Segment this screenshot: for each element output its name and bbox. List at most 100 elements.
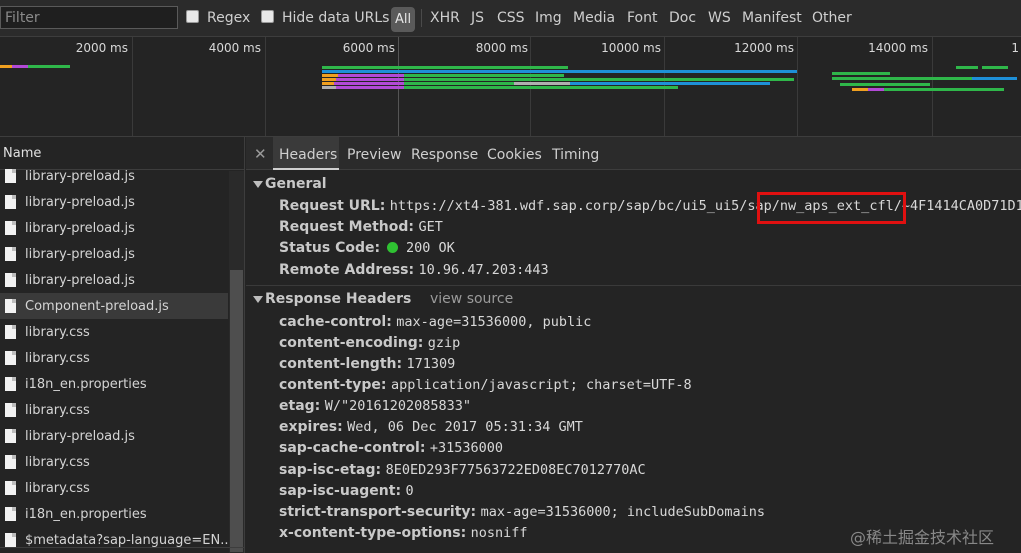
request-row[interactable]: library.css [0, 449, 228, 475]
watermark: @稀土掘金技术社区 [850, 528, 995, 547]
request-row[interactable]: $metadata?sap-language=EN... [0, 527, 228, 553]
request-row[interactable]: i18n_en.properties [0, 371, 228, 397]
header-key: content-length: [279, 356, 403, 372]
request-row[interactable]: i18n_en.properties [0, 501, 228, 527]
status-ok-icon [386, 242, 398, 253]
request-row[interactable]: library-preload.js [0, 241, 228, 267]
collapse-triangle-icon[interactable] [253, 296, 263, 303]
header-value: nosniff [470, 525, 528, 541]
request-row[interactable]: library-preload.js [0, 215, 228, 241]
header-key: Request URL: [279, 198, 386, 214]
response-headers-section-title[interactable]: Response Headers [265, 291, 411, 307]
request-name: library.css [25, 402, 90, 418]
file-icon [5, 169, 16, 183]
waterfall-bar [972, 77, 1017, 80]
header-value: max-age=31536000; includeSubDomains [480, 504, 766, 520]
header-key: cache-control: [279, 314, 392, 330]
remote-address-row: Remote Address: 10.96.47.203:443 [279, 262, 549, 278]
header-key: Request Method: [279, 219, 414, 235]
waterfall-bar [338, 74, 404, 77]
file-icon [5, 455, 16, 469]
header-value: 0 [405, 483, 414, 499]
type-filter-manifest[interactable]: Manifest [742, 10, 802, 26]
type-filter-all[interactable]: All [391, 7, 415, 32]
tab-preview[interactable]: Preview [347, 147, 402, 163]
waterfall-bar [322, 74, 338, 77]
status-code-row: Status Code: 200 OK [279, 240, 455, 256]
waterfall-bar [322, 82, 334, 85]
waterfall-bar [956, 66, 978, 69]
request-row[interactable]: library.css [0, 475, 228, 501]
waterfall-bar [0, 65, 12, 68]
request-name: Component-preload.js [25, 298, 169, 314]
view-source-link[interactable]: view source [430, 291, 513, 307]
request-row[interactable]: library-preload.js [0, 267, 228, 293]
request-row[interactable]: library-preload.js [0, 163, 228, 189]
hide-data-urls-checkbox[interactable] [261, 10, 274, 23]
collapse-triangle-icon[interactable] [253, 181, 263, 188]
request-row[interactable]: library.css [0, 345, 228, 371]
waterfall-bar [884, 88, 1004, 91]
request-name: library-preload.js [25, 272, 135, 288]
type-filter-other[interactable]: Other [812, 10, 852, 26]
file-icon [5, 481, 16, 495]
type-filter-media[interactable]: Media [573, 10, 615, 26]
type-filter-doc[interactable]: Doc [669, 10, 696, 26]
file-icon [5, 403, 16, 417]
request-name: library-preload.js [25, 168, 135, 184]
response-header-row: sap-cache-control: +31536000 [279, 440, 503, 456]
type-filter-js[interactable]: JS [471, 10, 484, 26]
type-filter-font[interactable]: Font [627, 10, 657, 26]
tab-headers[interactable]: Headers [279, 147, 337, 163]
response-header-row: sap-isc-uagent: 0 [279, 483, 414, 499]
file-icon [5, 195, 16, 209]
network-overview[interactable]: 2000 ms 4000 ms 6000 ms 8000 ms 10000 ms… [0, 37, 1021, 137]
request-list-scroll-thumb[interactable] [230, 270, 243, 552]
tab-cookies[interactable]: Cookies [487, 147, 542, 163]
tab-timing[interactable]: Timing [552, 147, 599, 163]
section-divider [246, 285, 1021, 286]
waterfall-bar [832, 72, 890, 75]
filter-input[interactable] [0, 6, 178, 29]
request-name: library.css [25, 454, 90, 470]
file-icon [5, 351, 16, 365]
request-name: $metadata?sap-language=EN... [25, 532, 228, 548]
request-method-row: Request Method: GET [279, 219, 443, 235]
response-header-row: content-length: 171309 [279, 356, 455, 372]
request-name: library-preload.js [25, 428, 135, 444]
request-row[interactable]: library.css [0, 397, 228, 423]
request-name: library-preload.js [25, 246, 135, 262]
request-row[interactable]: library.css [0, 319, 228, 345]
type-filter-ws[interactable]: WS [708, 10, 731, 26]
header-key: expires: [279, 419, 343, 435]
file-icon [5, 377, 16, 391]
file-icon [5, 429, 16, 443]
waterfall-bar [336, 86, 404, 89]
toolbar-divider [421, 9, 422, 27]
header-value: GET [418, 219, 443, 235]
request-name: i18n_en.properties [25, 506, 147, 522]
file-icon [5, 273, 16, 287]
type-filter-img[interactable]: Img [535, 10, 562, 26]
file-icon [5, 247, 16, 261]
waterfall-bars [0, 65, 1017, 91]
general-section-title[interactable]: General [265, 176, 327, 192]
waterfall-bar [404, 82, 514, 85]
waterfall-bar [334, 82, 404, 85]
request-list: library-preload.js library-preload.js li… [0, 163, 228, 553]
regex-checkbox[interactable] [186, 10, 199, 23]
request-row[interactable]: library-preload.js [0, 423, 228, 449]
header-value: max-age=31536000, public [396, 314, 592, 330]
tab-response[interactable]: Response [411, 147, 478, 163]
close-icon[interactable]: ✕ [254, 145, 267, 163]
response-header-row: sap-isc-etag: 8E0ED293F77563722ED08EC701… [279, 462, 646, 478]
file-icon [5, 221, 16, 235]
type-filter-css[interactable]: CSS [497, 10, 525, 26]
request-details-panel: ✕ Headers Preview Response Cookies Timin… [246, 137, 1021, 553]
request-row-selected[interactable]: Component-preload.js [0, 293, 228, 319]
request-url-value[interactable]: https://xt4-381.wdf.sap.corp/sap/bc/ui5_… [390, 198, 1021, 214]
response-header-row: content-encoding: gzip [279, 335, 460, 351]
type-filter-xhr[interactable]: XHR [430, 10, 460, 26]
waterfall-bar [404, 78, 794, 81]
request-row[interactable]: library-preload.js [0, 189, 228, 215]
